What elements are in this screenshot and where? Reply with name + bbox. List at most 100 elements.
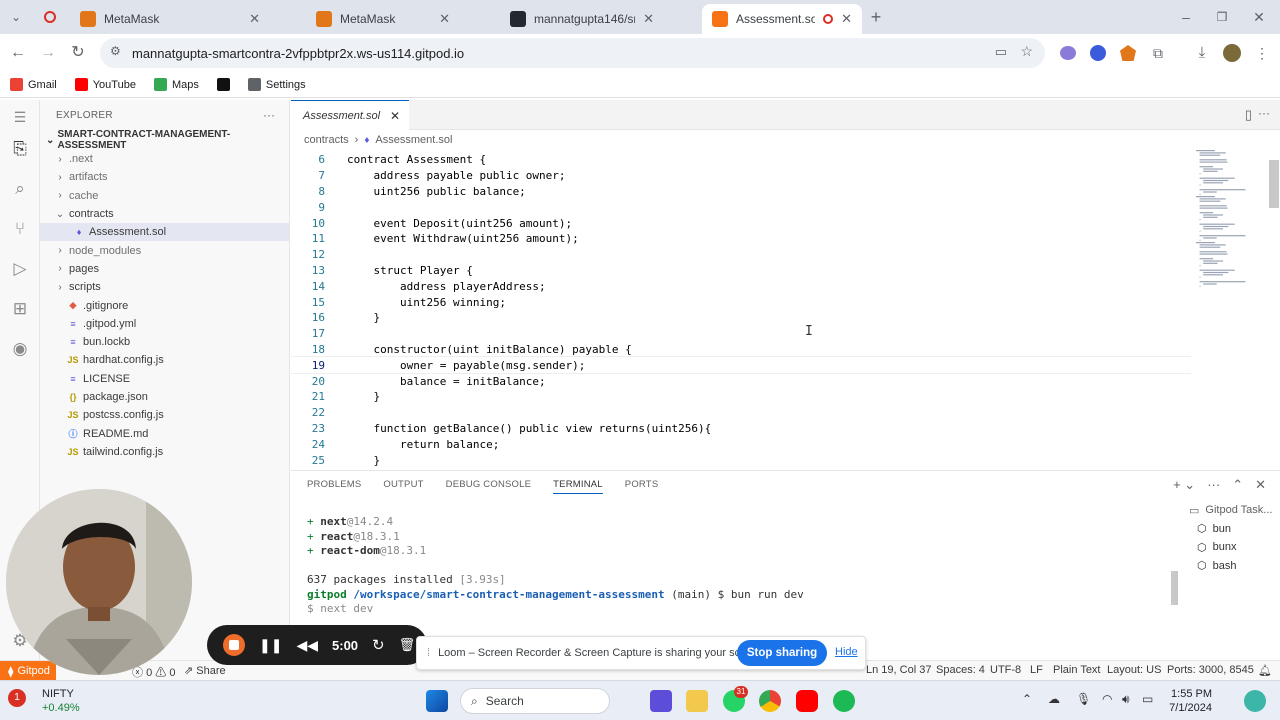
avatar[interactable] <box>1223 44 1241 62</box>
battery-icon[interactable]: ▭ <box>1142 692 1153 706</box>
minimap[interactable] <box>1192 148 1268 298</box>
split-editor-icon[interactable]: ▯ <box>1245 107 1252 123</box>
bookmark-item[interactable]: Gmail <box>10 78 57 91</box>
tree-item[interactable]: JS tailwind.config.js <box>40 443 289 461</box>
maximize-panel-icon[interactable]: ⌃ <box>1232 477 1243 493</box>
terminal-output[interactable]: + next@14.2.4 + react@18.3.1 + react-dom@1… <box>307 515 1167 617</box>
copilot-icon[interactable] <box>1244 690 1266 712</box>
browser-tab[interactable]: MetaMask ✕ <box>306 4 460 34</box>
problems-indicator[interactable]: ⓧ 0 ⚠ 0 <box>132 664 175 680</box>
volume-icon[interactable]: 🔊︎ <box>1122 692 1130 707</box>
more-actions-icon[interactable]: ··· <box>1207 477 1220 493</box>
stop-sharing-button[interactable]: Stop sharing <box>737 640 827 666</box>
terminal-item[interactable]: ⬡ bunx <box>1173 538 1280 557</box>
github-icon[interactable]: ◉ <box>9 338 31 360</box>
restart-button[interactable]: ↻ <box>372 636 385 654</box>
ports-indicator[interactable]: Ports: 3000, 8545 <box>1167 664 1254 676</box>
tree-item[interactable]: ⓘ README.md <box>40 424 289 442</box>
close-window-button[interactable]: ✕ <box>1249 7 1269 27</box>
terminal-item[interactable]: ⬡ bun <box>1173 520 1280 539</box>
bookmark-star-icon[interactable]: ☆ <box>1020 43 1033 60</box>
close-panel-icon[interactable]: ✕ <box>1255 477 1266 493</box>
encoding[interactable]: UTF-8 <box>990 664 1021 676</box>
search-icon[interactable]: ⌕ <box>9 178 31 200</box>
tree-item[interactable]: JS hardhat.config.js <box>40 351 289 369</box>
breadcrumb-file[interactable]: Assessment.sol <box>375 134 452 146</box>
terminal-item[interactable]: ⬡ bash <box>1173 557 1280 576</box>
camera-icon[interactable]: ▭ <box>995 44 1007 60</box>
site-info-icon[interactable]: ⚙ <box>110 44 121 58</box>
breadcrumb-folder[interactable]: contracts <box>304 134 349 146</box>
source-control-icon[interactable]: ⑂ <box>9 218 31 240</box>
bookmark-item[interactable]: Maps <box>153 78 199 91</box>
tree-item[interactable]: › cache <box>40 187 289 205</box>
new-terminal-icon[interactable]: + ⌄ <box>1173 477 1195 493</box>
metamask-icon[interactable] <box>1120 45 1136 61</box>
reload-icon[interactable]: ↻ <box>68 43 88 63</box>
editor-scrollbar[interactable] <box>1269 160 1279 208</box>
tab-assessment-sol[interactable]: Assessment.sol ✕ <box>291 100 409 130</box>
run-debug-icon[interactable]: ▷ <box>9 258 31 280</box>
drag-handle-icon[interactable]: ⁞ <box>427 647 430 659</box>
close-icon[interactable]: ✕ <box>390 109 400 123</box>
windows-start-icon[interactable] <box>426 690 448 712</box>
tree-item[interactable]: ≡ LICENSE <box>40 370 289 388</box>
delete-button[interactable]: 🗑︎ <box>399 637 416 653</box>
indentation[interactable]: Spaces: 4 <box>936 664 985 676</box>
pause-button[interactable]: ❚❚ <box>259 637 282 654</box>
tab-search-icon[interactable]: ⌄ <box>6 7 26 27</box>
browser-tab[interactable]: mannatgupta146/smart-contra ✕ <box>500 4 664 34</box>
tree-item[interactable]: › scripts <box>40 278 289 296</box>
stop-recording-button[interactable] <box>223 634 245 656</box>
explorer-icon[interactable]: ⎘ <box>9 138 31 160</box>
tree-item[interactable]: › .next <box>40 150 289 168</box>
browser-tab[interactable]: Assessment.sol - smart-con ✕ <box>702 4 862 34</box>
chevron-up-icon[interactable]: ⌃ <box>1022 692 1032 706</box>
cursor-position[interactable]: Ln 19, Col 37 <box>866 664 931 676</box>
clock-date[interactable]: 7/1/2024 <box>1162 702 1212 714</box>
webcam-bubble[interactable] <box>6 489 192 675</box>
tree-item[interactable]: › node_modules <box>40 241 289 259</box>
language-mode[interactable]: Plain Text <box>1053 664 1101 676</box>
chrome-icon[interactable] <box>759 690 781 712</box>
tree-item[interactable]: JS postcss.config.js <box>40 406 289 424</box>
close-tab-icon[interactable]: ✕ <box>841 11 852 27</box>
download-icon[interactable]: ⤓ <box>1192 43 1212 63</box>
workspace-root[interactable]: ⌄ SMART-CONTRACT-MANAGEMENT-ASSESSMENT <box>40 129 289 151</box>
cloud-icon[interactable]: ☁︎ <box>1048 692 1060 706</box>
panel-tab[interactable]: OUTPUT <box>383 479 423 494</box>
taskbar-search[interactable]: ⌕ Search <box>460 688 610 714</box>
terminal-scrollbar[interactable] <box>1171 571 1178 605</box>
tree-item[interactable]: ≡ .gitpod.yml <box>40 315 289 333</box>
microphone-icon[interactable]: 🎙︎ <box>1076 692 1091 706</box>
file-explorer-icon[interactable] <box>686 690 708 712</box>
clock-time[interactable]: 1:55 PM <box>1170 688 1212 700</box>
hamburger-menu-icon[interactable]: ☰ <box>9 106 31 128</box>
bookmark-item[interactable]: Settings <box>247 78 306 91</box>
tree-item[interactable]: ◆ .gitignore <box>40 296 289 314</box>
keyboard-layout[interactable]: Layout: US <box>1107 664 1161 676</box>
new-tab-button[interactable]: + <box>866 7 886 27</box>
extension-icon[interactable] <box>1090 45 1106 61</box>
youtube-icon[interactable] <box>796 690 818 712</box>
tree-item[interactable]: ⌄ contracts <box>40 205 289 223</box>
close-tab-icon[interactable]: ✕ <box>643 11 654 27</box>
close-tab-icon[interactable]: ✕ <box>439 11 450 27</box>
address-bar[interactable]: ⚙ mannatgupta-smartcontra-2vfppbtpr2x.ws… <box>100 38 1045 68</box>
rewind-button[interactable]: ◀◀ <box>296 637 318 654</box>
tree-item[interactable]: ≡ bun.lockb <box>40 333 289 351</box>
teams-icon[interactable] <box>650 690 672 712</box>
extensions-puzzle-icon[interactable]: ⧉ <box>1148 43 1168 63</box>
bookmark-item[interactable]: YouTube <box>74 78 136 91</box>
menu-icon[interactable]: ⋮ <box>1252 43 1272 63</box>
code-editor[interactable]: 6 contract Assessment {7 address payable … <box>291 152 1191 468</box>
hide-link[interactable]: Hide <box>835 646 858 658</box>
extension-icon[interactable] <box>1060 46 1076 60</box>
panel-tab[interactable]: PROBLEMS <box>307 479 361 494</box>
bookmark-item[interactable] <box>216 78 230 91</box>
minimize-button[interactable]: – <box>1176 7 1196 27</box>
wifi-icon[interactable]: ◠ <box>1102 692 1112 706</box>
panel-tab[interactable]: DEBUG CONSOLE <box>446 479 531 494</box>
line-ending[interactable]: LF <box>1030 664 1043 676</box>
stock-name[interactable]: NIFTY <box>42 688 74 700</box>
